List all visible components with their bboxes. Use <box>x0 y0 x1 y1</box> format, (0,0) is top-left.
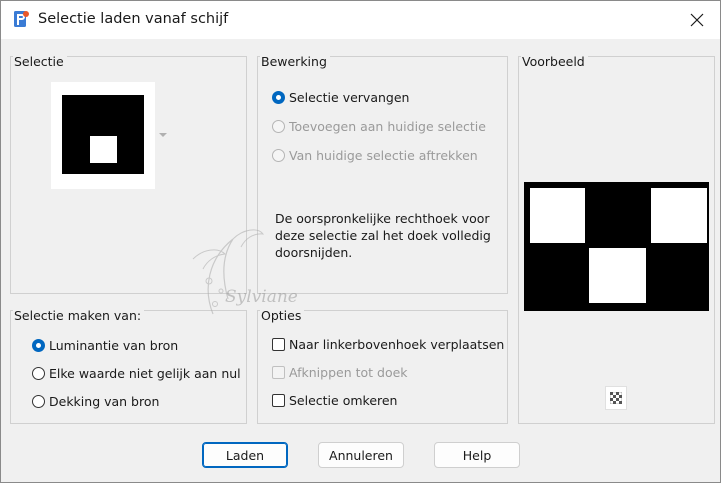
preview-group: Voorbeeld <box>518 55 715 424</box>
app-icon <box>14 11 29 27</box>
radio-circle <box>32 395 45 408</box>
radio-subtract-label: Van huidige selectie aftrekken <box>289 148 478 163</box>
watermark-text: Sylviane <box>225 287 298 307</box>
radio-luminance[interactable]: Luminantie van bron <box>32 338 178 353</box>
checkbox-move-topleft-label: Naar linkerbovenhoek verplaatsen <box>289 337 505 352</box>
checkbox-invert-selection[interactable]: Selectie omkeren <box>272 393 397 408</box>
checkbox-box <box>272 366 285 379</box>
preview-image <box>524 182 709 311</box>
selection-thumbnail[interactable] <box>51 82 155 189</box>
transparency-toggle-button[interactable] <box>605 386 627 410</box>
watermark-ornament-icon <box>192 229 265 315</box>
checkbox-crop-canvas-label: Afknippen tot doek <box>289 365 408 380</box>
source-group-title: Selectie maken van: <box>13 309 145 323</box>
radio-opacity[interactable]: Dekking van bron <box>32 394 159 409</box>
checkbox-crop-canvas[interactable]: Afknippen tot doek <box>272 365 408 380</box>
help-button[interactable]: Help <box>434 442 520 468</box>
load-button[interactable]: Laden <box>202 442 288 468</box>
dropdown-arrow-icon[interactable] <box>159 132 167 138</box>
radio-luminance-label: Luminantie van bron <box>49 338 179 353</box>
checkbox-move-topleft[interactable]: Naar linkerbovenhoek verplaatsen <box>272 337 504 352</box>
radio-circle <box>272 149 285 162</box>
radio-circle <box>32 339 45 352</box>
radio-add-label: Toevoegen aan huidige selectie <box>289 119 486 134</box>
checkerboard-icon <box>610 392 622 404</box>
radio-replace-selection[interactable]: Selectie vervangen <box>272 90 409 105</box>
radio-opacity-label: Dekking van bron <box>49 394 160 409</box>
dialog-window: Selectie laden vanaf schijf Selectie Bew… <box>0 0 721 483</box>
close-icon <box>690 13 704 27</box>
close-button[interactable] <box>674 1 720 39</box>
selection-group-title: Selectie <box>13 55 67 69</box>
radio-circle <box>272 91 285 104</box>
watermark: Sylviane <box>163 219 313 329</box>
checkbox-box <box>272 394 285 407</box>
cancel-button[interactable]: Annuleren <box>318 442 404 468</box>
operation-group-title: Bewerking <box>260 55 330 69</box>
radio-add-selection[interactable]: Toevoegen aan huidige selectie <box>272 119 486 134</box>
radio-circle <box>272 120 285 133</box>
radio-nonzero-label: Elke waarde niet gelijk aan nul <box>49 366 241 381</box>
radio-nonzero[interactable]: Elke waarde niet gelijk aan nul <box>32 366 241 381</box>
checkbox-box <box>272 338 285 351</box>
checkbox-invert-label: Selectie omkeren <box>289 393 398 408</box>
title-bar: Selectie laden vanaf schijf <box>1 1 720 39</box>
window-title: Selectie laden vanaf schijf <box>38 11 229 27</box>
radio-circle <box>32 367 45 380</box>
radio-subtract-selection[interactable]: Van huidige selectie aftrekken <box>272 148 478 163</box>
radio-replace-label: Selectie vervangen <box>289 90 410 105</box>
preview-group-title: Voorbeeld <box>521 55 588 69</box>
